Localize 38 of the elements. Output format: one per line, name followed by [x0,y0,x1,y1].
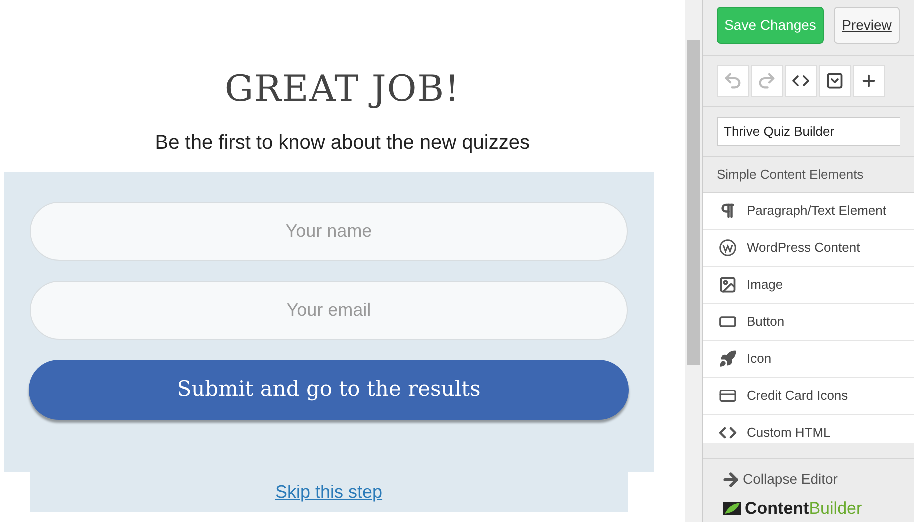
text-field[interactable]: Your email [30,281,628,340]
element-item[interactable]: Button [703,304,914,341]
element-label: Credit Card Icons [747,387,848,406]
rocket-icon [719,350,737,368]
skip-link[interactable]: Skip this step [275,478,383,506]
element-label: Paragraph/Text Element [747,202,886,220]
quiz-heading: GREAT JOB! [224,68,460,112]
element-label: Icon [747,350,772,368]
text-field[interactable]: Your name [30,202,628,261]
pilcrow-icon [719,202,737,220]
element-label: Button [747,313,785,332]
element-label: Custom HTML [747,424,831,442]
wordpress-logo-icon [719,238,737,257]
element-label: WordPress Content [747,239,860,258]
collapse-editor-button[interactable]: Collapse Editor [721,469,896,490]
element-item[interactable]: Paragraph/Text Element [703,192,914,230]
undo-icon [723,71,743,91]
element-item[interactable]: WordPress Content [703,230,914,267]
subtitle: Be the first to know about the new quizzes [155,131,530,156]
element-item[interactable]: Icon [703,340,914,378]
scrollbar-thumb[interactable] [687,40,700,365]
element-item[interactable]: Image [703,266,914,304]
element-label: Image [747,276,784,294]
scrollbar[interactable] [685,0,702,522]
dropdown-icon [826,72,844,90]
image-icon [719,276,737,294]
select-field[interactable]: Thrive Quiz Builder [717,117,900,146]
element-item[interactable]: Credit Card Icons [703,378,914,415]
toolbar-button[interactable] [819,65,851,97]
brand-name: ContentBuilder [745,498,862,520]
element-item[interactable]: Custom HTML [703,414,914,443]
toolbar-button[interactable] [785,65,817,97]
preview-button[interactable]: Preview [834,7,900,44]
toolbar-button[interactable] [853,65,885,97]
plus-icon [860,72,878,90]
redo-icon [757,71,777,91]
submit-button[interactable]: Submit and go to the results [29,360,629,420]
arrow-icon [721,470,741,490]
